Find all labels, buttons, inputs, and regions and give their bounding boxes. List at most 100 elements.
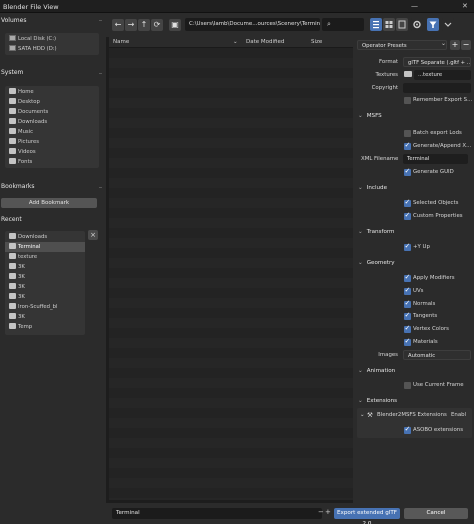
selected-objects-checkbox[interactable]: [404, 198, 411, 207]
textures-field[interactable]: ...texture: [414, 70, 471, 80]
geometry-panel-header[interactable]: ⌄ Geometry: [358, 260, 395, 266]
parent-directory-button[interactable]: ↑: [138, 19, 150, 31]
item-label: Downloads: [18, 234, 48, 240]
filter-button[interactable]: [427, 18, 439, 31]
recent-item[interactable]: 3K: [5, 312, 85, 322]
directory-path-input[interactable]: C:\Users\lamb\Docume...ources\Scenery\Te…: [185, 18, 320, 31]
use-current-frame-checkbox[interactable]: [404, 382, 411, 389]
recent-item[interactable]: 3K: [5, 282, 85, 292]
materials-checkbox[interactable]: [404, 337, 411, 346]
add-preset-button[interactable]: +: [450, 40, 460, 50]
msfs-panel-header[interactable]: ⌄ MSFS: [358, 113, 382, 119]
column-size-header[interactable]: Size: [311, 39, 322, 45]
extensions-panel-header[interactable]: ⌄ Extensions: [358, 398, 397, 404]
folder-icon: [9, 312, 16, 319]
copyright-label: Copyright: [371, 85, 398, 91]
sort-chevron-icon[interactable]: ⌄: [233, 39, 238, 45]
apply-modifiers-label: Apply Modifiers: [413, 275, 455, 281]
filename-input[interactable]: Terminal: [112, 508, 322, 519]
list-view-button[interactable]: [370, 18, 382, 31]
recent-item[interactable]: 3K: [5, 292, 85, 302]
filter-dropdown-button[interactable]: [442, 18, 454, 31]
y-up-checkbox[interactable]: [404, 242, 411, 251]
system-item-home[interactable]: Home: [5, 87, 99, 97]
format-dropdown[interactable]: glTF Separate (.gltf + ...: [403, 57, 471, 67]
vertex-colors-checkbox[interactable]: [404, 324, 411, 333]
forward-button[interactable]: →: [125, 19, 137, 31]
thumbnail-view-button[interactable]: [383, 18, 395, 31]
folder-icon: [9, 272, 16, 279]
panel-grip: [99, 187, 102, 188]
add-bookmark-button[interactable]: Add Bookmark: [1, 198, 97, 208]
folder-icon: [9, 282, 16, 289]
thumbnail-view-icon: [385, 21, 393, 28]
remember-export-checkbox[interactable]: [404, 97, 411, 104]
tangents-checkbox[interactable]: [404, 311, 411, 320]
new-folder-button[interactable]: ▣: [169, 19, 181, 31]
item-label: Videos: [18, 149, 36, 155]
home-icon: [9, 87, 16, 94]
system-item-fonts[interactable]: Fonts: [5, 157, 99, 167]
column-name-header[interactable]: Name: [113, 39, 129, 45]
increment-filename-button[interactable]: −: [318, 508, 324, 516]
asobo-extensions-checkbox[interactable]: [404, 425, 411, 434]
xml-filename-field[interactable]: Terminal: [403, 154, 468, 164]
system-item-desktop[interactable]: Desktop: [5, 97, 99, 107]
recent-item[interactable]: 3K: [5, 272, 85, 282]
minimize-button[interactable]: —: [411, 2, 418, 10]
bookmarks-heading: Bookmarks: [1, 183, 35, 190]
generate-append-checkbox[interactable]: [404, 141, 411, 150]
volume-label: SATA HDD (D:): [18, 46, 57, 52]
display-size-button[interactable]: [396, 18, 408, 31]
system-item-videos[interactable]: Videos: [5, 147, 99, 157]
bottom-bar: Terminal − + Export extended glTF 2.0 Ca…: [106, 503, 474, 524]
item-label: Home: [18, 89, 34, 95]
volume-item[interactable]: SATA HDD (D:): [5, 44, 99, 54]
system-item-documents[interactable]: Documents: [5, 107, 99, 117]
export-button[interactable]: Export extended glTF 2.0: [334, 508, 400, 524]
selected-objects-label: Selected Objects: [413, 200, 459, 206]
uvs-checkbox[interactable]: [404, 286, 411, 295]
refresh-button[interactable]: ⟳: [151, 19, 163, 31]
normals-checkbox[interactable]: [404, 299, 411, 308]
back-button[interactable]: ←: [112, 19, 124, 31]
file-list[interactable]: [109, 48, 353, 500]
column-date-header[interactable]: Date Modified: [246, 39, 284, 45]
recent-item[interactable]: texture: [5, 252, 85, 262]
chevron-down-icon: ⌄: [358, 260, 363, 266]
operator-presets-dropdown[interactable]: Operator Presets: [357, 40, 447, 50]
search-input[interactable]: ⌕: [322, 18, 364, 31]
cancel-button[interactable]: Cancel: [404, 508, 468, 519]
recent-item[interactable]: Iron-Scuffed_bl: [5, 302, 85, 312]
file-list-header: Name ⌄ Date Modified Size: [109, 37, 353, 48]
recent-item-selected[interactable]: Terminal: [5, 242, 85, 252]
close-button[interactable]: ✕: [462, 2, 468, 10]
copyright-field[interactable]: [403, 83, 471, 93]
batch-export-checkbox[interactable]: [404, 130, 411, 137]
recent-item[interactable]: Downloads: [5, 232, 85, 242]
chevron-down-icon: ⌄: [358, 229, 363, 235]
folder-icon: [9, 232, 16, 239]
apply-modifiers-checkbox[interactable]: [404, 273, 411, 282]
images-dropdown[interactable]: Automatic: [403, 350, 471, 360]
panel-grip: [99, 20, 102, 21]
transform-panel-header[interactable]: ⌄ Transform: [358, 229, 395, 235]
include-panel-header[interactable]: ⌄ Include: [358, 185, 387, 191]
system-item-pictures[interactable]: Pictures: [5, 137, 99, 147]
folder-icon: [9, 322, 16, 329]
system-item-music[interactable]: Music: [5, 127, 99, 137]
remove-preset-button[interactable]: −: [461, 40, 471, 50]
search-icon: ⌕: [327, 20, 331, 28]
settings-button[interactable]: [411, 18, 423, 31]
animation-panel-header[interactable]: ⌄ Animation: [358, 368, 395, 374]
clear-recent-button[interactable]: ×: [88, 230, 98, 240]
chevron-down-icon[interactable]: ⌄: [360, 412, 365, 418]
custom-properties-checkbox[interactable]: [404, 211, 411, 220]
recent-item[interactable]: Temp: [5, 322, 85, 332]
generate-guid-checkbox[interactable]: [404, 167, 411, 176]
volume-item[interactable]: Local Disk (C:): [5, 34, 99, 44]
desktop-icon: [9, 97, 16, 104]
increment-filename-button[interactable]: +: [325, 508, 331, 516]
recent-item[interactable]: 3K: [5, 262, 85, 272]
system-item-downloads[interactable]: Downloads: [5, 117, 99, 127]
